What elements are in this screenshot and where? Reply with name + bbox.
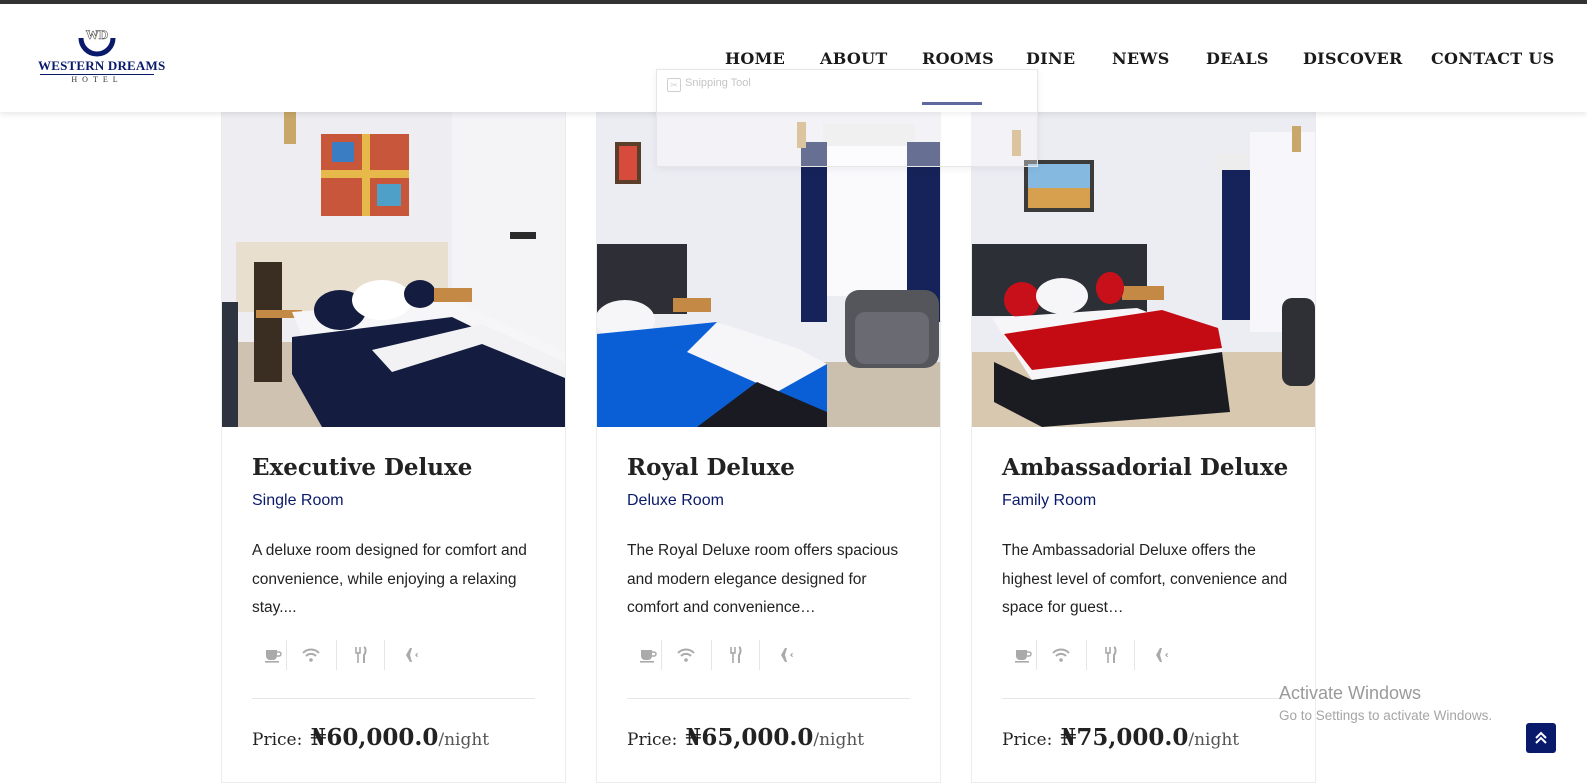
card-divider bbox=[627, 698, 910, 699]
room-title[interactable]: Royal Deluxe bbox=[627, 454, 795, 481]
room-type: Deluxe Room bbox=[627, 492, 724, 509]
wifi-icon bbox=[286, 640, 335, 670]
room-photo[interactable] bbox=[222, 112, 565, 427]
hotel-logo[interactable]: WD WESTERN DREAMS HOTEL bbox=[38, 24, 166, 84]
activation-watermark: Activate Windows Go to Settings to activ… bbox=[1279, 683, 1492, 723]
amenity-list bbox=[250, 640, 550, 670]
wifi-icon bbox=[1036, 640, 1085, 670]
price-row: Price: ₦65,000.0/night bbox=[627, 724, 864, 751]
room-title[interactable]: Ambassadorial Deluxe bbox=[1002, 454, 1288, 481]
double-chevron-up-icon bbox=[1535, 731, 1547, 744]
room-description: The Ambassadorial Deluxe offers the high… bbox=[1002, 542, 1288, 616]
price-label: Price: bbox=[1002, 730, 1053, 750]
scissors-icon: ✂ bbox=[667, 78, 681, 92]
scroll-to-top-button[interactable] bbox=[1526, 723, 1556, 753]
airplane-icon bbox=[1134, 640, 1183, 670]
nav-dine[interactable]: DINE bbox=[1026, 49, 1075, 68]
room-card[interactable]: Ambassadorial Deluxe Family Room The Amb… bbox=[971, 112, 1316, 783]
price-row: Price: ₦60,000.0/night bbox=[252, 724, 489, 751]
card-divider bbox=[1002, 698, 1285, 699]
amenity-list bbox=[625, 640, 925, 670]
airplane-icon bbox=[759, 640, 808, 670]
price-label: Price: bbox=[252, 730, 303, 750]
room-description: A deluxe room designed for comfort and c… bbox=[252, 542, 527, 616]
fork-knife-icon bbox=[336, 640, 385, 670]
amenity-list bbox=[1000, 640, 1300, 670]
nav-news[interactable]: NEWS bbox=[1112, 49, 1170, 68]
room-type: Single Room bbox=[252, 492, 344, 509]
nav-home[interactable]: HOME bbox=[725, 49, 785, 68]
snipping-tool-overlay[interactable]: ✂ Snipping Tool bbox=[656, 69, 1038, 167]
airplane-icon bbox=[384, 640, 433, 670]
logo-subtitle: HOTEL bbox=[71, 75, 123, 84]
nav-discover[interactable]: DISCOVER bbox=[1303, 49, 1403, 68]
watermark-subtitle: Go to Settings to activate Windows. bbox=[1279, 708, 1493, 723]
price-row: Price: ₦75,000.0/night bbox=[1002, 724, 1239, 751]
nav-contact-us[interactable]: CONTACT US bbox=[1431, 49, 1554, 68]
price-value: ₦60,000.0 bbox=[310, 724, 439, 751]
room-type: Family Room bbox=[1002, 492, 1097, 509]
nav-about[interactable]: ABOUT bbox=[820, 49, 888, 68]
logo-emblem-icon: WD bbox=[78, 27, 116, 57]
price-value: ₦65,000.0 bbox=[685, 724, 814, 751]
nav-rooms[interactable]: ROOMS bbox=[922, 49, 994, 68]
room-card[interactable]: Executive Deluxe Single Room A deluxe ro… bbox=[221, 112, 566, 783]
price-unit: /night bbox=[813, 730, 865, 750]
watermark-title: Activate Windows bbox=[1279, 683, 1422, 703]
price-unit: /night bbox=[438, 730, 490, 750]
snipping-tool-title: Snipping Tool bbox=[685, 77, 751, 89]
logo-monogram: WD bbox=[86, 27, 108, 42]
fork-knife-icon bbox=[711, 640, 760, 670]
price-value: ₦75,000.0 bbox=[1060, 724, 1189, 751]
fork-knife-icon bbox=[1086, 640, 1135, 670]
room-description: The Royal Deluxe room offers spacious an… bbox=[627, 542, 899, 616]
room-title[interactable]: Executive Deluxe bbox=[252, 454, 472, 481]
logo-name: WESTERN DREAMS bbox=[38, 58, 166, 73]
price-unit: /night bbox=[1188, 730, 1240, 750]
nav-deals[interactable]: DEALS bbox=[1206, 49, 1269, 68]
wifi-icon bbox=[661, 640, 710, 670]
price-label: Price: bbox=[627, 730, 678, 750]
card-divider bbox=[252, 698, 535, 699]
room-card[interactable]: Royal Deluxe Deluxe Room The Royal Delux… bbox=[596, 112, 941, 783]
